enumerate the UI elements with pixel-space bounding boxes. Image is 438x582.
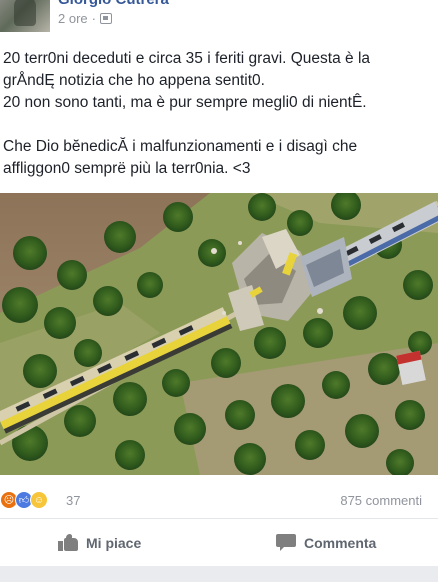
reactions-bar: ☹ 👍︎ ☺ 37 875 commenti <box>0 486 438 514</box>
post-text: 20 terr0ni deceduti e circa 35 i feriti … <box>3 48 435 180</box>
post-actions: Mi piace Commenta <box>0 528 438 560</box>
post-text-blank-line <box>3 114 435 136</box>
comment-button[interactable]: Commenta <box>276 534 376 551</box>
meta-separator: · <box>91 11 96 26</box>
divider <box>0 518 438 519</box>
avatar[interactable] <box>0 0 50 32</box>
reaction-count[interactable]: 37 <box>66 493 80 508</box>
post-photo[interactable] <box>0 193 438 475</box>
train-crash-photo-icon <box>0 193 438 475</box>
reaction-icons[interactable]: ☹ 👍︎ ☺ <box>0 491 48 509</box>
comment-label: Commenta <box>304 534 377 551</box>
post-header: Giorgio Cutrera 2 ore · <box>0 0 438 36</box>
author-name[interactable]: Giorgio Cutrera <box>58 0 169 8</box>
post-text-line: grÅndĘ notizia che ho appena sentit0. <box>3 72 265 89</box>
post-text-line: affliggon0 semprë più la terr0nia. <3 <box>3 160 251 177</box>
comment-bubble-icon <box>276 534 296 551</box>
privacy-icon <box>99 13 112 24</box>
like-label: Mi piace <box>86 534 142 551</box>
feed-separator <box>0 566 438 582</box>
post-text-line: 20 terr0ni deceduti e circa 35 i feriti … <box>3 50 371 67</box>
like-button[interactable]: Mi piace <box>58 534 141 551</box>
post-meta: 2 ore · <box>58 11 112 26</box>
post-time[interactable]: 2 ore <box>58 11 88 26</box>
post-text-line: 20 non sono tanti, ma è pur sempre megli… <box>3 94 367 111</box>
comments-count[interactable]: 875 commenti <box>340 493 422 508</box>
post-text-line: Che Dio bĕnedicĂ i malfunzionamenti e i … <box>3 138 358 155</box>
thumbs-up-icon <box>58 534 78 551</box>
haha-icon: ☺ <box>30 491 48 509</box>
